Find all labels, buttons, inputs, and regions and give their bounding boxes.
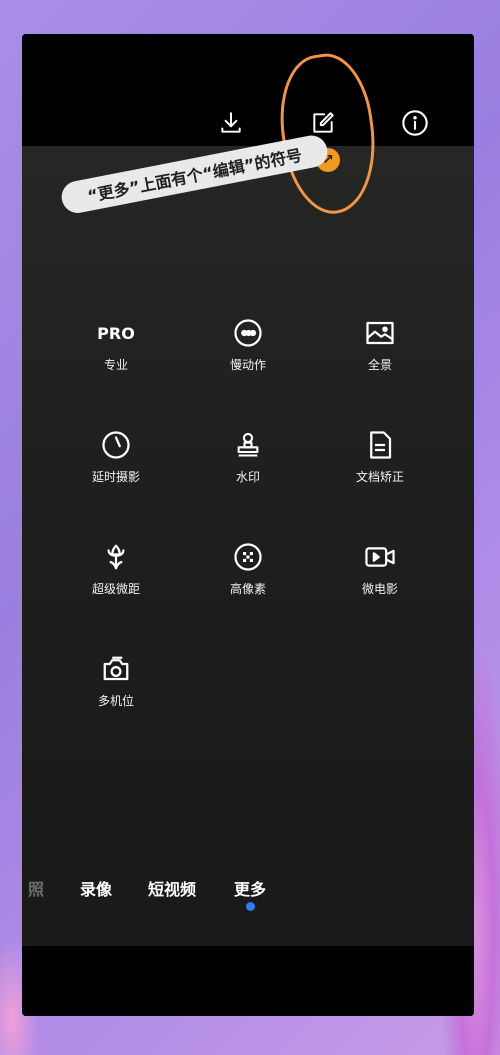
mode-label: 水印 (235, 470, 260, 484)
mode-label: 超级微距 (91, 582, 140, 596)
high-pixel-icon (231, 540, 265, 574)
multi-camera-icon (99, 652, 133, 686)
mode-micro-film[interactable]: 微电影 (330, 540, 430, 597)
mode-panorama[interactable]: 全景 (330, 316, 430, 373)
mode-multi-camera[interactable]: 多机位 (66, 652, 166, 709)
active-tab-indicator (246, 902, 255, 911)
mode-label: 微电影 (361, 582, 398, 596)
bottom-bar (22, 946, 474, 1016)
watermark-icon (231, 428, 265, 462)
download-icon[interactable] (214, 106, 248, 140)
tab-photo[interactable]: 照 (28, 876, 44, 900)
mode-label: 多机位 (97, 694, 134, 708)
mode-super-macro[interactable]: 超级微距 (66, 540, 166, 597)
mode-label: 专业 (103, 358, 128, 372)
timelapse-icon (99, 428, 133, 462)
mode-pro[interactable]: PRO 专业 (66, 316, 166, 373)
mode-label: 慢动作 (229, 358, 266, 372)
camera-modes-panel: PRO 专业 慢动作 全景 延时摄影 水印 文档矫正 超级微距 高像素 微电影 … (22, 146, 474, 946)
mode-watermark[interactable]: 水印 (198, 428, 298, 485)
mode-label: 延时摄影 (91, 470, 140, 484)
tab-video[interactable]: 录像 (80, 876, 112, 900)
tab-short-video[interactable]: 短视频 (148, 876, 196, 900)
mode-high-pixel[interactable]: 高像素 (198, 540, 298, 597)
mode-label: 文档矫正 (355, 470, 404, 484)
mode-timelapse[interactable]: 延时摄影 (66, 428, 166, 485)
tab-more[interactable]: 更多 (234, 876, 266, 900)
top-bar (22, 34, 474, 146)
macro-flower-icon (99, 540, 133, 574)
info-icon[interactable] (398, 106, 432, 140)
mode-document-correction[interactable]: 文档矫正 (330, 428, 430, 485)
mode-tab-bar: 照 录像 短视频 更多 (22, 876, 474, 916)
pro-icon: PRO (97, 323, 135, 343)
mode-slow-motion[interactable]: 慢动作 (198, 316, 298, 373)
slow-motion-icon (231, 316, 265, 350)
document-icon (363, 428, 397, 462)
video-camera-icon (363, 540, 397, 574)
mode-label: 全景 (367, 358, 392, 372)
phone-screen: PRO 专业 慢动作 全景 延时摄影 水印 文档矫正 超级微距 高像素 微电影 … (22, 34, 474, 1016)
panorama-icon (363, 316, 397, 350)
mode-label: 高像素 (229, 582, 266, 596)
